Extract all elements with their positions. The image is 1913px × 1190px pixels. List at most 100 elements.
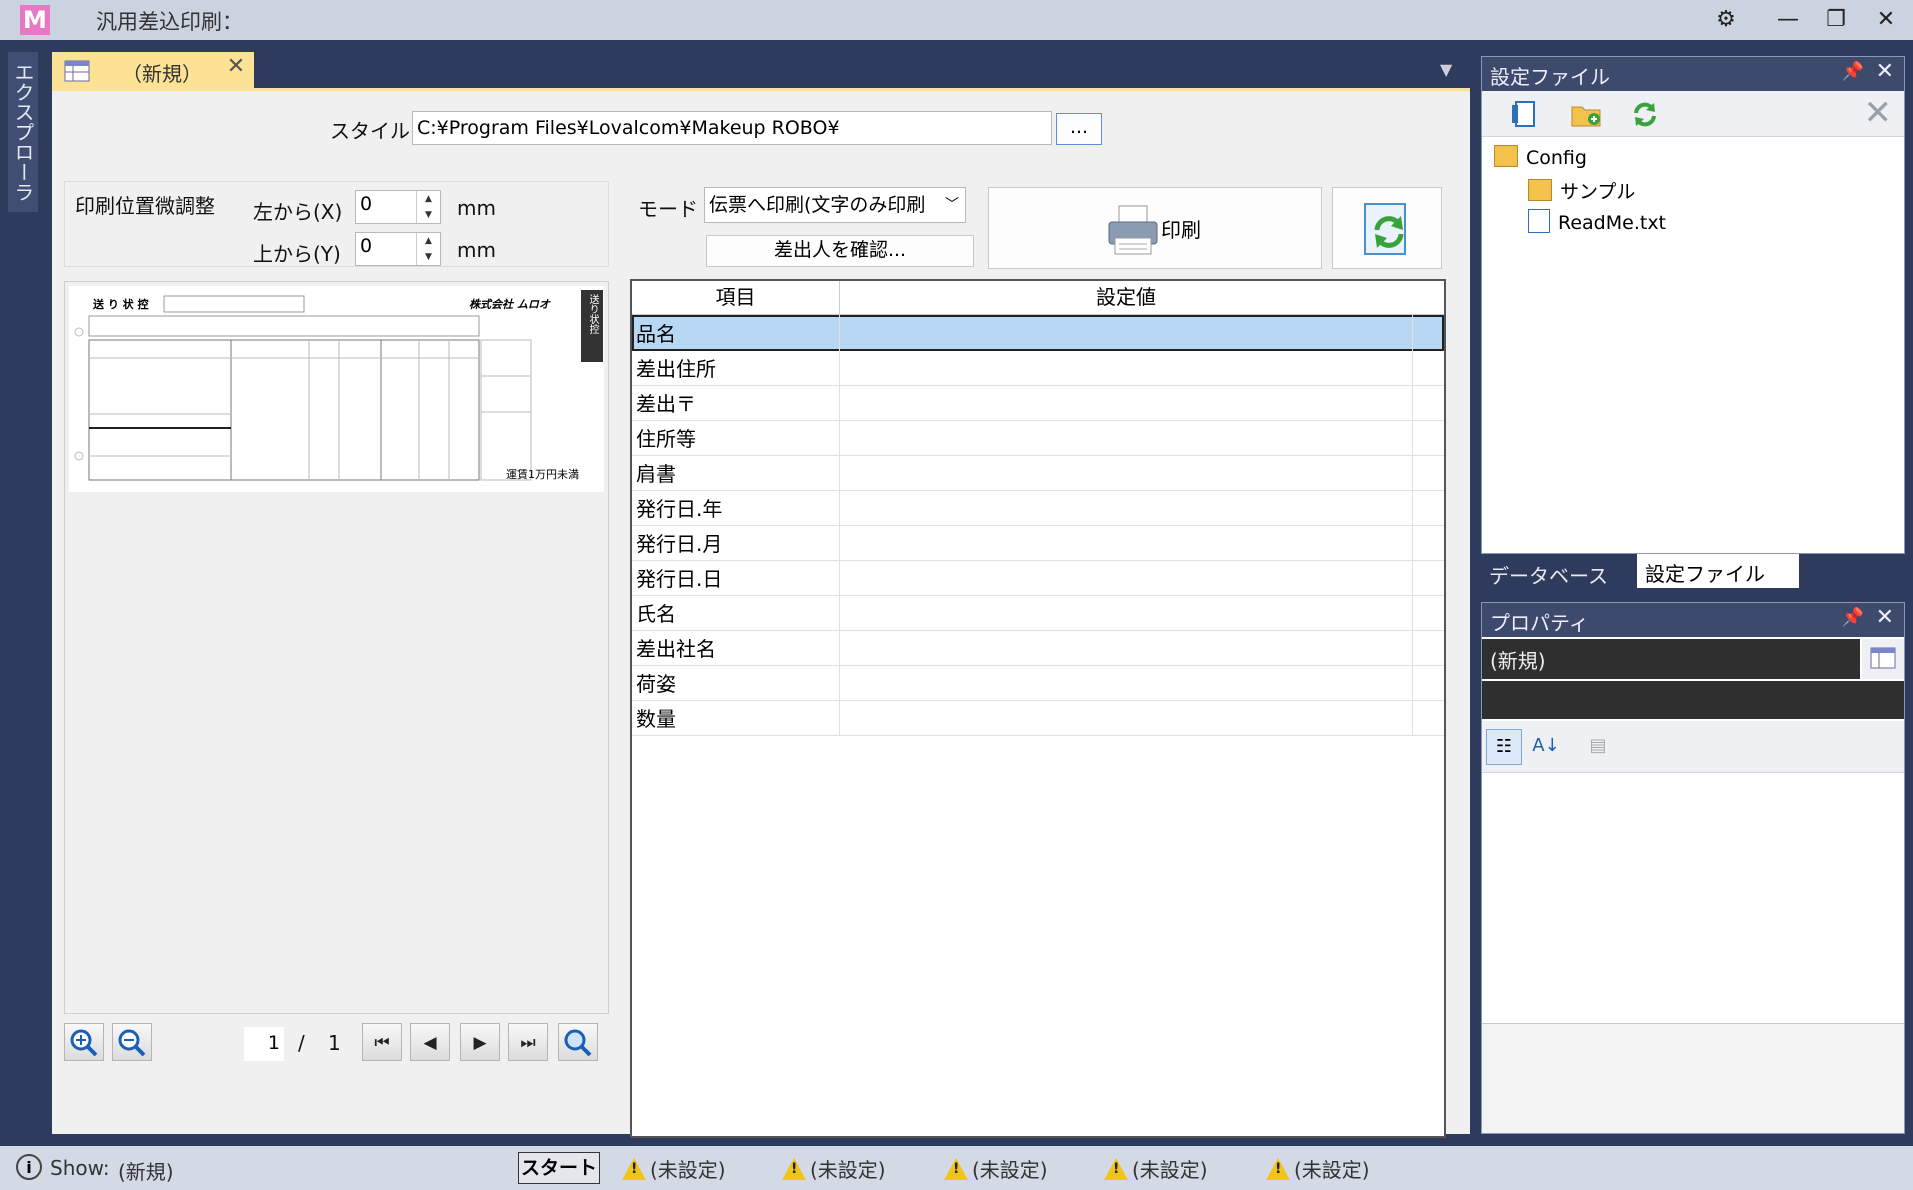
grid-header-value[interactable]: 設定値 xyxy=(840,281,1412,315)
last-page-icon[interactable]: ⏭ xyxy=(508,1023,548,1061)
grid-header-item[interactable]: 項目 xyxy=(632,281,839,315)
style-path-field[interactable]: C:¥Program Files¥Lovalcom¥Makeup ROBO¥ xyxy=(412,111,1052,145)
slip-form-drawing xyxy=(74,290,603,481)
pin-icon[interactable]: 📌 xyxy=(1842,607,1864,628)
tree-item-sample[interactable]: サンプル xyxy=(1528,177,1635,204)
document-tab[interactable]: （新規） ✕ xyxy=(52,52,254,88)
prev-page-icon[interactable]: ◀ xyxy=(410,1023,450,1061)
top-offset-value: 0 xyxy=(360,235,373,257)
tree-item-readme[interactable]: ReadMe.txt xyxy=(1528,209,1666,234)
left-offset-label: 左から(X) xyxy=(253,200,343,224)
tab-overflow-chevron-icon[interactable]: ▼ xyxy=(1440,60,1452,79)
warning-status-4[interactable]: (未設定) xyxy=(1104,1154,1208,1183)
property-grid xyxy=(1482,775,1904,1021)
slip-preview-image[interactable]: 送 り 状 控 株式会社 ムロオ 送り状控 運賃1万円未満 xyxy=(69,286,604,492)
grid-row[interactable]: 品名 xyxy=(632,315,1444,351)
settings-gear-icon[interactable]: ⚙ xyxy=(1706,4,1746,36)
first-page-icon[interactable]: ⏮ xyxy=(362,1023,402,1061)
next-page-icon[interactable]: ▶ xyxy=(460,1023,500,1061)
show-value: (新規) xyxy=(118,1160,174,1184)
grid-row[interactable]: 差出住所 xyxy=(632,350,1444,386)
grid-row-label: 差出社名 xyxy=(636,637,716,661)
grid-row-label: 発行日.年 xyxy=(636,497,723,521)
zoom-in-icon[interactable] xyxy=(64,1023,104,1061)
config-panel-header: 設定ファイル 📌 ✕ xyxy=(1482,57,1904,91)
style-label: スタイル xyxy=(330,119,410,143)
mode-select-value: 伝票へ印刷(文字のみ印刷 xyxy=(709,194,926,216)
top-offset-label: 上から(Y) xyxy=(253,242,341,266)
grid-row[interactable]: 発行日.年 xyxy=(632,490,1444,526)
delete-icon[interactable]: ✕ xyxy=(1864,93,1893,133)
property-object-selector[interactable]: (新規) xyxy=(1482,639,1860,679)
restore-button[interactable]: ❐ xyxy=(1816,4,1856,36)
warning-status-3[interactable]: (未設定) xyxy=(944,1154,1048,1183)
warning-icon xyxy=(622,1158,646,1180)
property-pages-icon[interactable] xyxy=(1862,639,1904,679)
refresh-icon[interactable] xyxy=(1630,99,1660,129)
grid-row[interactable]: 差出社名 xyxy=(632,630,1444,666)
grid-row-label: 発行日.月 xyxy=(636,532,723,556)
property-panel-header: プロパティ 📌 ✕ xyxy=(1482,603,1904,637)
warning-text: (未設定) xyxy=(972,1158,1048,1182)
tab-close-icon[interactable]: ✕ xyxy=(224,54,248,79)
sender-confirm-button[interactable]: 差出人を確認... xyxy=(706,235,974,267)
grid-row[interactable]: 発行日.日 xyxy=(632,560,1444,596)
grid-row-label: 住所等 xyxy=(636,427,696,451)
sort-alpha-icon[interactable]: A↓ xyxy=(1528,729,1564,765)
warning-status-2[interactable]: (未設定) xyxy=(782,1154,886,1183)
categorized-view-icon[interactable]: ☷ xyxy=(1486,729,1522,765)
folder-icon xyxy=(1494,145,1518,167)
grid-row[interactable]: 氏名 xyxy=(632,595,1444,631)
close-window-button[interactable]: ✕ xyxy=(1866,4,1906,36)
slip-title: 送 り 状 控 xyxy=(93,298,149,311)
grid-body: 品名 差出住所 差出〒 住所等 肩書 発行日.年 発行日.月 発行日.日 氏名 … xyxy=(632,315,1444,736)
status-bar: i Show: (新規) スタート (未設定) (未設定) (未設定) (未設定… xyxy=(0,1146,1913,1190)
grid-row[interactable]: 発行日.月 xyxy=(632,525,1444,561)
start-button[interactable]: スタート xyxy=(518,1152,600,1184)
warning-text: (未設定) xyxy=(810,1158,886,1182)
minimize-button[interactable]: — xyxy=(1768,4,1808,36)
page-number-input[interactable]: 1 xyxy=(244,1027,284,1061)
grid-row-label: 荷姿 xyxy=(636,672,676,696)
refresh-button[interactable] xyxy=(1332,187,1442,269)
tab-config-file[interactable]: 設定ファイル xyxy=(1637,554,1799,588)
show-label: Show: xyxy=(50,1156,110,1180)
document-table-icon xyxy=(64,60,90,82)
property-pages-disabled-icon[interactable]: ▤ xyxy=(1580,729,1616,765)
refresh-document-icon xyxy=(1364,203,1406,255)
warning-status-5[interactable]: (未設定) xyxy=(1266,1154,1370,1183)
grid-row[interactable]: 肩書 xyxy=(632,455,1444,491)
property-panel-title: プロパティ xyxy=(1490,611,1589,635)
explorer-side-tab[interactable]: エクスプローラ xyxy=(8,52,38,212)
fit-zoom-icon[interactable] xyxy=(558,1023,598,1061)
tree-item-config[interactable]: Config xyxy=(1494,145,1587,169)
grid-row[interactable]: 数量 xyxy=(632,700,1444,736)
print-button[interactable]: 印刷 xyxy=(988,187,1322,269)
print-button-label: 印刷 xyxy=(1161,218,1201,242)
property-panel-close-icon[interactable]: ✕ xyxy=(1876,605,1894,630)
property-toolbar: ☷ A↓ ▤ xyxy=(1482,721,1904,773)
new-file-icon[interactable] xyxy=(1510,99,1540,129)
warning-icon xyxy=(1104,1158,1128,1180)
warning-icon xyxy=(782,1158,806,1180)
grid-row[interactable]: 差出〒 xyxy=(632,385,1444,421)
grid-row-label: 数量 xyxy=(636,707,676,731)
printer-icon xyxy=(1108,205,1158,255)
top-offset-input[interactable]: 0 ▲ ▼ xyxy=(355,232,441,266)
left-offset-input[interactable]: 0 ▲ ▼ xyxy=(355,190,441,224)
left-offset-spinner[interactable]: ▲ ▼ xyxy=(416,191,440,223)
tab-database[interactable]: データベース xyxy=(1489,560,1608,589)
top-offset-spinner[interactable]: ▲ ▼ xyxy=(416,233,440,265)
new-folder-icon[interactable] xyxy=(1570,99,1602,129)
config-toolbar: ✕ xyxy=(1482,91,1904,137)
grid-row[interactable]: 住所等 xyxy=(632,420,1444,456)
style-browse-button[interactable]: ... xyxy=(1056,113,1102,145)
warning-status-1[interactable]: (未設定) xyxy=(622,1154,726,1183)
info-icon: i xyxy=(16,1154,42,1180)
pin-icon[interactable]: 📌 xyxy=(1842,61,1864,82)
config-panel-close-icon[interactable]: ✕ xyxy=(1876,59,1894,84)
grid-row[interactable]: 荷姿 xyxy=(632,665,1444,701)
mode-select[interactable]: 伝票へ印刷(文字のみ印刷 ﹀ xyxy=(704,187,966,223)
zoom-out-icon[interactable] xyxy=(112,1023,152,1061)
warning-icon xyxy=(1266,1158,1290,1180)
